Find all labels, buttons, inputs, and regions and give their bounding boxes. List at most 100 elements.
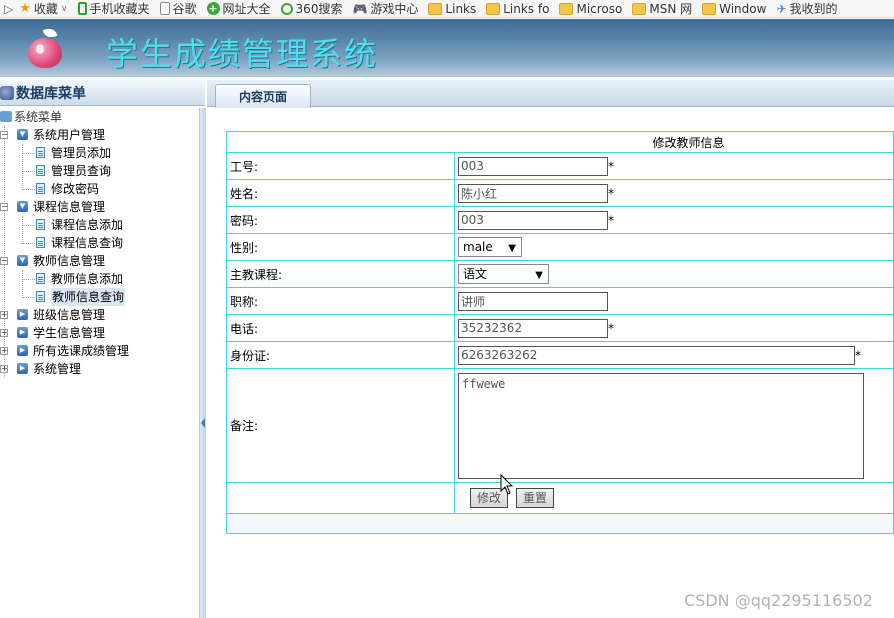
form-row-course: 主教课程: 语文 ▼ (226, 260, 894, 288)
document-icon (36, 183, 45, 194)
field-cell: male ▼ (454, 233, 894, 261)
menu-tree: 系统菜单 − ▼ 系统用户管理 管理员添加 管理员查询 修改密码 − ▼ 课程信… (0, 108, 200, 378)
expand-icon[interactable]: + (0, 329, 8, 337)
bookmark-folder[interactable]: MSN 网 (632, 0, 692, 17)
form-row-title: 职称: (226, 287, 894, 315)
field-cell: * (454, 179, 894, 207)
bookmark-item[interactable]: ✈ 我收到的 (776, 0, 837, 17)
tree-group-teacher-management[interactable]: − ▼ 教师信息管理 (0, 252, 200, 270)
plus-circle-icon: + (206, 2, 220, 15)
folder-collapsed-icon: ▶ (17, 309, 28, 320)
tree-group-score-management[interactable]: + ▶ 所有选课成绩管理 (0, 342, 200, 360)
required-mark: * (608, 213, 614, 227)
bookmark-item[interactable]: 谷歌 (159, 0, 197, 17)
form-title: 修改教师信息 (226, 131, 894, 153)
folder-icon (486, 2, 501, 15)
tab-content-page[interactable]: 内容页面 (215, 84, 311, 108)
reset-button[interactable]: 重置 (516, 488, 555, 508)
required-mark: * (608, 321, 614, 335)
tree-group-class-management[interactable]: + ▶ 班级信息管理 (0, 306, 200, 324)
field-label: 密码: (226, 206, 455, 234)
tree-item-teacher-add[interactable]: 教师信息添加 (0, 270, 200, 288)
tree-item-course-query[interactable]: 课程信息查询 (0, 234, 200, 252)
folder-collapsed-icon: ▶ (17, 363, 28, 374)
tree-group-system-management[interactable]: + ▶ 系统管理 (0, 360, 200, 378)
bookmark-item[interactable]: 🎮 游戏中心 (352, 0, 418, 17)
field-cell: * (454, 341, 894, 369)
folder-icon (702, 2, 717, 15)
phone-icon (77, 2, 87, 15)
pin-icon: ✈ (776, 1, 787, 16)
bookmark-folder[interactable]: Window (702, 0, 766, 17)
gender-select[interactable]: male ▼ (458, 237, 522, 257)
collapse-icon[interactable]: − (0, 131, 8, 139)
job-title-input[interactable] (458, 291, 608, 311)
bookmarks-bar: ▷ ★ 收藏 ∨ 手机收藏夹 谷歌 + 网址大全 360搜索 🎮 游戏中心 Links … (0, 0, 894, 18)
form-row-phone: 电话: * (226, 314, 894, 342)
field-label: 身份证: (226, 341, 455, 369)
star-icon: ★ (19, 0, 31, 16)
bookmark-item[interactable]: 手机收藏夹 (77, 0, 150, 17)
bookmarks-overflow-icon[interactable]: ▷ (4, 2, 13, 16)
form-footer-row (226, 513, 894, 534)
bookmark-favorites[interactable]: ★ 收藏 ∨ (19, 0, 67, 17)
course-select[interactable]: 语文 ▼ (458, 264, 549, 284)
sidebar: 数据库菜单 系统菜单 − ▼ 系统用户管理 管理员添加 管理员查询 修改密码 −… (0, 80, 207, 618)
sidebar-splitter[interactable] (199, 108, 206, 618)
tree-group-user-management[interactable]: − ▼ 系统用户管理 (0, 126, 200, 144)
tree-group-course-management[interactable]: − ▼ 课程信息管理 (0, 198, 200, 216)
tree-item-change-password[interactable]: 修改密码 (0, 180, 200, 198)
field-label: 备注: (226, 368, 455, 483)
field-label: 主教课程: (226, 260, 455, 288)
phone-input[interactable] (458, 318, 608, 338)
collapse-arrow-icon[interactable] (201, 418, 205, 428)
bookmark-item[interactable]: + 网址大全 (206, 0, 271, 17)
form-row-buttons: 修改 重置 (226, 482, 894, 514)
folder-icon (632, 2, 647, 15)
bookmark-folder[interactable]: Links fo (486, 0, 549, 17)
teacher-id-input[interactable] (458, 156, 608, 176)
bookmark-folder[interactable]: Microso (559, 0, 622, 17)
page-icon (159, 2, 170, 15)
expand-icon[interactable]: + (0, 347, 8, 355)
field-cell: * (454, 152, 894, 180)
tree-group-student-management[interactable]: + ▶ 学生信息管理 (0, 324, 200, 342)
gamepad-icon: 🎮 (352, 1, 368, 16)
field-cell (454, 287, 894, 315)
expand-icon[interactable]: + (0, 365, 8, 373)
database-icon (0, 85, 14, 100)
folder-collapsed-icon: ▶ (17, 327, 28, 338)
field-label: 姓名: (226, 179, 455, 207)
tree-item-admin-query[interactable]: 管理员查询 (0, 162, 200, 180)
tree-item-teacher-query[interactable]: 教师信息查询 (0, 288, 200, 306)
document-icon (36, 291, 45, 302)
folder-expanded-icon: ▼ (17, 129, 28, 140)
menu-root-icon (0, 111, 12, 122)
folder-collapsed-icon: ▶ (17, 345, 28, 356)
password-input[interactable] (458, 210, 608, 230)
id-card-input[interactable] (458, 345, 855, 365)
field-cell: 语文 ▼ (454, 260, 894, 288)
bookmark-item[interactable]: 360搜索 (280, 0, 342, 17)
form-row-name: 姓名: * (226, 179, 894, 207)
expand-icon[interactable]: + (0, 311, 8, 319)
field-label: 电话: (226, 314, 455, 342)
field-cell: * (454, 206, 894, 234)
teacher-name-input[interactable] (458, 183, 608, 203)
tab-bar: 内容页面 (207, 80, 894, 108)
document-icon (36, 165, 45, 176)
collapse-icon[interactable]: − (0, 257, 8, 265)
field-label: 职称: (226, 287, 455, 315)
app-title: 学生成绩管理系统 (106, 35, 379, 73)
tree-item-admin-add[interactable]: 管理员添加 (0, 144, 200, 162)
content-area: 内容页面 修改教师信息 工号: * 姓名: * 密码: * 性别: mal (207, 80, 894, 618)
collapse-icon[interactable]: − (0, 203, 8, 211)
form-row-gender: 性别: male ▼ (226, 233, 894, 261)
note-textarea[interactable]: ffwewe (458, 372, 864, 479)
document-icon (36, 273, 45, 284)
apple-logo-icon (24, 26, 66, 70)
tree-root[interactable]: 系统菜单 (0, 108, 200, 126)
tree-item-course-add[interactable]: 课程信息添加 (0, 216, 200, 234)
bookmark-folder[interactable]: Links (428, 0, 476, 17)
watermark: CSDN @qq2295116502 (684, 591, 873, 610)
